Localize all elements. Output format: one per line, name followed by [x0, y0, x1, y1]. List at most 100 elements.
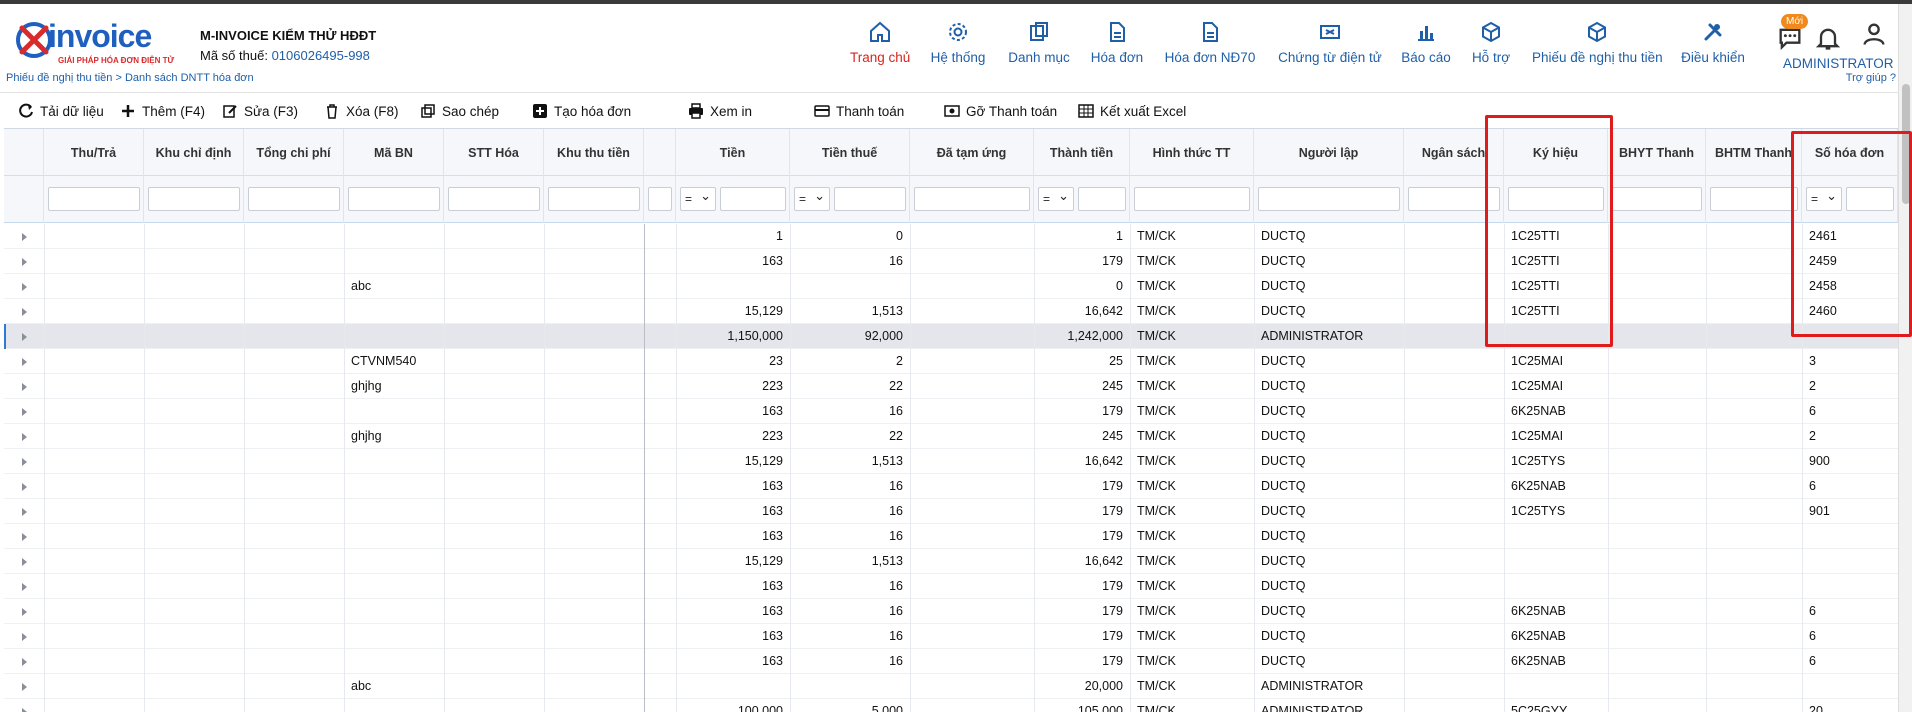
table-row[interactable]: 15,129 1,513 16,642 TM/CK DUCTQ	[4, 549, 1898, 574]
filter-input[interactable]	[1408, 187, 1500, 211]
expand-row-icon[interactable]	[22, 333, 27, 341]
table-row[interactable]: abc 20,000 TM/CK ADMINISTRATOR	[4, 674, 1898, 699]
remove-payment-button[interactable]: Gỡ Thanh toán	[944, 101, 1057, 121]
breadcrumb[interactable]: Phiếu đề nghị thu tiền > Danh sách DNTT …	[6, 72, 254, 84]
expand-row-icon[interactable]	[22, 708, 27, 712]
expand-row-icon[interactable]	[22, 433, 27, 441]
table-row[interactable]: ghjhg 223 22 245 TM/CK DUCTQ 1C25MAI 2	[4, 374, 1898, 399]
nav-catalog[interactable]: Danh mục	[1006, 20, 1072, 72]
expand-row-icon[interactable]	[22, 358, 27, 366]
bell-icon[interactable]	[1814, 24, 1842, 52]
expand-row-icon[interactable]	[22, 558, 27, 566]
filter-input[interactable]	[1134, 187, 1250, 211]
filter-input[interactable]	[1078, 187, 1126, 211]
nav-e-voucher[interactable]: Chứng từ điện tử	[1276, 20, 1384, 72]
column-header-blank[interactable]	[644, 129, 676, 176]
delete-button[interactable]: Xóa (F8)	[324, 101, 399, 121]
column-header-tien[interactable]: Tiền	[676, 129, 790, 176]
nav-support[interactable]: Hỗ trợ	[1470, 20, 1512, 72]
reload-button[interactable]: Tải dữ liệu	[18, 101, 104, 121]
column-header-khu-chi-dinh[interactable]: Khu chỉ định	[144, 129, 244, 176]
table-row[interactable]: ghjhg 223 22 245 TM/CK DUCTQ 1C25MAI 2	[4, 424, 1898, 449]
expand-row-icon[interactable]	[22, 508, 27, 516]
create-invoice-button[interactable]: Tạo hóa đơn	[532, 101, 631, 121]
filter-input[interactable]	[834, 187, 906, 211]
user-icon[interactable]	[1860, 20, 1888, 48]
copy-button[interactable]: Sao chép	[420, 101, 499, 121]
filter-input[interactable]	[48, 187, 140, 211]
filter-operator-select[interactable]: =	[1806, 185, 1842, 211]
minvoice-logo[interactable]: invoice GIẢI PHÁP HÓA ĐƠN ĐIỆN TỬ	[14, 18, 184, 68]
table-row[interactable]: 1 0 1 TM/CK DUCTQ 1C25TTI 2461	[4, 224, 1898, 249]
edit-button[interactable]: Sửa (F3)	[222, 101, 298, 121]
nav-invoice[interactable]: Hóa đơn	[1088, 20, 1146, 72]
column-header-tien-thue[interactable]: Tiền thuế	[790, 129, 910, 176]
column-header-tong-chi-phi[interactable]: Tổng chi phí	[244, 129, 344, 176]
column-header-thu-tra[interactable]: Thu/Trả	[44, 129, 144, 176]
table-row[interactable]: 15,129 1,513 16,642 TM/CK DUCTQ 1C25TYS 900	[4, 449, 1898, 474]
add-button[interactable]: Thêm (F4)	[120, 101, 205, 121]
table-row[interactable]: 163 16 179 TM/CK DUCTQ 6K25NAB 6	[4, 624, 1898, 649]
expand-row-icon[interactable]	[22, 683, 27, 691]
filter-input[interactable]	[1846, 187, 1894, 211]
column-header-ngan-sach[interactable]: Ngân sách	[1404, 129, 1504, 176]
expand-row-icon[interactable]	[22, 483, 27, 491]
filter-input[interactable]	[348, 187, 440, 211]
filter-operator-select[interactable]: =	[1038, 185, 1074, 211]
column-header-ky-hieu[interactable]: Ký hiệu	[1504, 129, 1608, 176]
nav-system[interactable]: Hệ thống	[928, 20, 988, 72]
column-header-bhtm-thanh[interactable]: BHTM Thanh	[1706, 129, 1802, 176]
column-header-khu-thu-tien[interactable]: Khu thu tiền	[544, 129, 644, 176]
column-header-ma-bn[interactable]: Mã BN	[344, 129, 444, 176]
expand-row-icon[interactable]	[22, 233, 27, 241]
scrollbar-thumb[interactable]	[1902, 84, 1910, 204]
column-header-thanh-tien[interactable]: Thành tiền	[1034, 129, 1130, 176]
table-row[interactable]: 163 16 179 TM/CK DUCTQ 1C25TTI 2459	[4, 249, 1898, 274]
table-row[interactable]: 163 16 179 TM/CK DUCTQ 6K25NAB 6	[4, 649, 1898, 674]
filter-input[interactable]	[548, 187, 640, 211]
filter-operator-select[interactable]: =	[680, 185, 716, 211]
user-name[interactable]: ADMINISTRATOR	[1783, 56, 1894, 71]
nav-payment-request[interactable]: Phiếu đề nghị thu tiền	[1532, 20, 1663, 72]
column-header-nguoi-lap[interactable]: Người lập	[1254, 129, 1404, 176]
expand-row-icon[interactable]	[22, 658, 27, 666]
table-row[interactable]: 100,000 5,000 105,000 TM/CK ADMINISTRATOR 5C2…	[4, 699, 1898, 712]
filter-input[interactable]	[1508, 187, 1604, 211]
expand-row-icon[interactable]	[22, 608, 27, 616]
filter-input[interactable]	[448, 187, 540, 211]
expand-row-icon[interactable]	[22, 258, 27, 266]
nav-home[interactable]: Trang chủ	[850, 20, 910, 72]
expand-row-icon[interactable]	[22, 583, 27, 591]
filter-input[interactable]	[648, 187, 672, 211]
table-row[interactable]: abc 0 TM/CK DUCTQ 1C25TTI 2458	[4, 274, 1898, 299]
print-preview-button[interactable]: Xem in	[688, 101, 752, 121]
filter-input[interactable]	[1710, 187, 1798, 211]
table-row[interactable]: 163 16 179 TM/CK DUCTQ	[4, 574, 1898, 599]
table-row[interactable]: 15,129 1,513 16,642 TM/CK DUCTQ 1C25TTI 2460	[4, 299, 1898, 324]
nav-control[interactable]: Điều khiển	[1680, 20, 1746, 72]
table-row[interactable]: 163 16 179 TM/CK DUCTQ 6K25NAB 6	[4, 399, 1898, 424]
export-excel-button[interactable]: Kết xuất Excel	[1078, 101, 1186, 121]
page-scrollbar[interactable]	[1898, 4, 1912, 712]
column-header-bhyt-thanh[interactable]: BHYT Thanh	[1608, 129, 1706, 176]
nav-reports[interactable]: Báo cáo	[1400, 20, 1452, 72]
column-header-da-tam-ung[interactable]: Đã tạm ứng	[910, 129, 1034, 176]
table-row[interactable]: 163 16 179 TM/CK DUCTQ 6K25NAB 6	[4, 599, 1898, 624]
filter-input[interactable]	[148, 187, 240, 211]
column-header-so-hoa-don[interactable]: Số hóa đơn	[1802, 129, 1898, 176]
filter-input[interactable]	[914, 187, 1030, 211]
table-row[interactable]: 1,150,000 92,000 1,242,000 TM/CK ADMINISTRAT…	[4, 324, 1898, 349]
nav-invoice-nd70[interactable]: Hóa đơn NĐ70	[1164, 20, 1256, 72]
help-link[interactable]: Trợ giúp ?	[1846, 72, 1896, 84]
expand-row-icon[interactable]	[22, 408, 27, 416]
expand-row-icon[interactable]	[22, 383, 27, 391]
table-row[interactable]: 163 16 179 TM/CK DUCTQ	[4, 524, 1898, 549]
filter-input[interactable]	[1258, 187, 1400, 211]
filter-operator-select[interactable]: =	[794, 185, 830, 211]
filter-input[interactable]	[720, 187, 786, 211]
expand-row-icon[interactable]	[22, 458, 27, 466]
table-row[interactable]: CTVNM540 23 2 25 TM/CK DUCTQ 1C25MAI 3	[4, 349, 1898, 374]
expand-row-icon[interactable]	[22, 533, 27, 541]
expand-row-icon[interactable]	[22, 633, 27, 641]
filter-input[interactable]	[248, 187, 340, 211]
